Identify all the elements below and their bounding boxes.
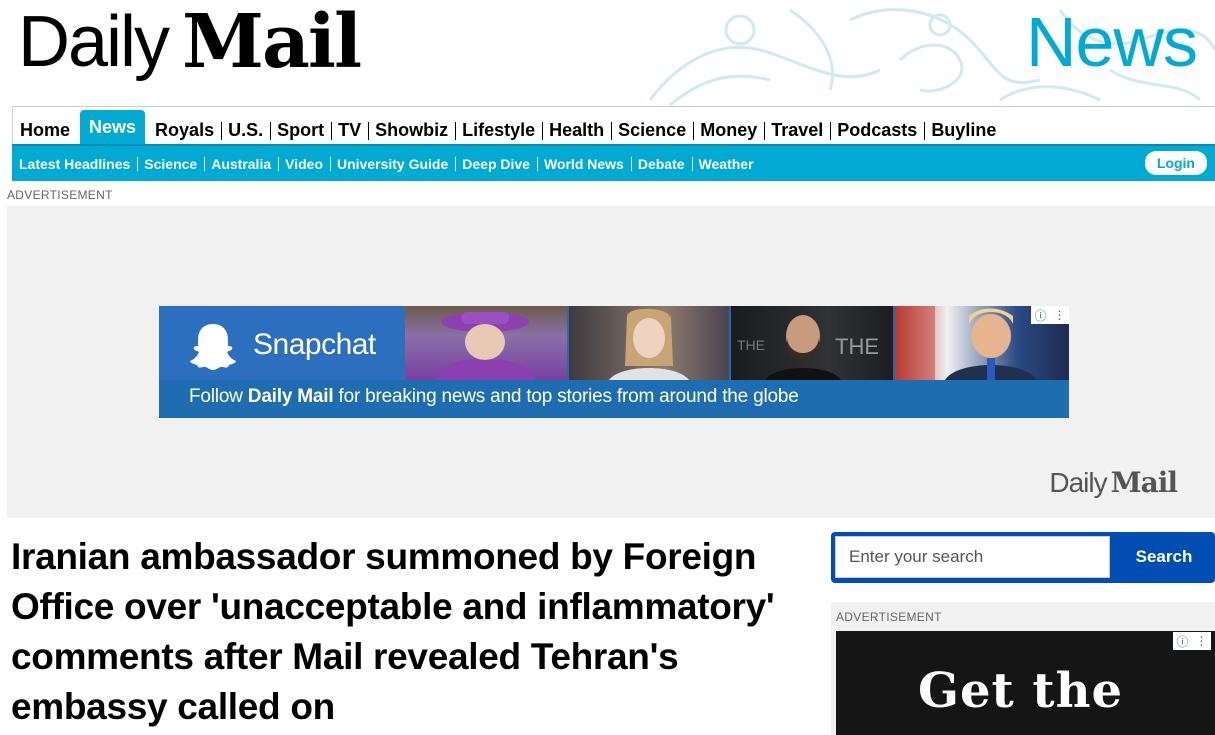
nav-item-showbiz[interactable]: Showbiz	[368, 116, 455, 144]
nav-item-podcasts[interactable]: Podcasts	[830, 116, 924, 144]
tagline-suffix: for breaking news and top stories from a…	[333, 386, 799, 407]
info-icon[interactable]: ⓘ	[1176, 633, 1188, 650]
subnav-item-latest-headlines[interactable]: Latest Headlines	[12, 155, 137, 173]
svg-text:THE: THE	[835, 334, 879, 359]
masthead: Daily Mail News	[0, 0, 1215, 106]
kebab-menu-icon[interactable]: ⋮	[1195, 634, 1207, 648]
ad-daily-mail-logo: Daily Mail	[1049, 466, 1178, 499]
tagline-brand: Daily Mail	[247, 386, 334, 407]
subnav-item-university-guide[interactable]: University Guide	[330, 155, 455, 173]
login-button[interactable]: Login	[1144, 151, 1207, 175]
subnav-item-science[interactable]: Science	[137, 155, 204, 173]
nav-item-travel[interactable]: Travel	[764, 116, 830, 144]
side-advertisement-label: ADVERTISEMENT	[836, 610, 942, 624]
info-icon[interactable]: ⓘ	[1034, 307, 1046, 324]
subnav-item-deep-dive[interactable]: Deep Dive	[455, 155, 537, 173]
side-ad-text: Get the	[918, 663, 1124, 719]
article-headline[interactable]: Iranian ambassador summoned by Foreign O…	[11, 532, 791, 732]
logo-mail-text: Mail	[182, 0, 362, 85]
secondary-nav: Latest Headlines Science Australia Video…	[12, 144, 1215, 181]
side-ad-creative[interactable]: Get the ⓘ ⋮	[836, 631, 1215, 735]
nav-item-science[interactable]: Science	[611, 116, 693, 144]
subnav-item-debate[interactable]: Debate	[630, 155, 692, 173]
channel-title[interactable]: News	[1026, 2, 1198, 82]
ad-photo-queen	[405, 306, 567, 380]
logo-daily-text: Daily	[18, 2, 170, 82]
search-button[interactable]: Search	[1113, 536, 1215, 578]
ghost-icon	[190, 324, 236, 370]
nav-item-health[interactable]: Health	[542, 116, 611, 144]
tagline-prefix: Follow	[189, 386, 248, 407]
site-logo[interactable]: Daily Mail	[18, 0, 362, 85]
subnav-item-weather[interactable]: Weather	[691, 155, 761, 173]
svg-text:THE: THE	[737, 337, 765, 353]
nav-item-us[interactable]: U.S.	[221, 116, 270, 144]
ad-photo-model	[569, 306, 729, 380]
nav-item-news[interactable]: News	[80, 110, 146, 144]
ad-logo-mail: Mail	[1110, 466, 1178, 499]
nav-item-home[interactable]: Home	[13, 116, 77, 144]
kebab-menu-icon[interactable]: ⋮	[1053, 308, 1065, 322]
side-advertisement: ADVERTISEMENT Get the ⓘ ⋮	[831, 602, 1215, 735]
nav-item-tv[interactable]: TV	[331, 116, 368, 144]
advertisement-label: ADVERTISEMENT	[7, 188, 113, 202]
subnav-item-australia[interactable]: Australia	[204, 155, 278, 173]
primary-nav: Home News Royals U.S. Sport TV Showbiz L…	[12, 106, 1215, 144]
nav-item-money[interactable]: Money	[693, 116, 764, 144]
ad-photo-footballer: THE THE	[731, 306, 893, 380]
snapchat-brand-panel: Snapchat	[159, 306, 405, 380]
ad-choices[interactable]: ⓘ ⋮	[1031, 306, 1069, 324]
nav-item-lifestyle[interactable]: Lifestyle	[455, 116, 542, 144]
side-ad-choices[interactable]: ⓘ ⋮	[1173, 632, 1211, 650]
snapchat-tagline: Follow Daily Mail for breaking news and …	[189, 386, 799, 408]
subnav-item-video[interactable]: Video	[278, 155, 330, 173]
ad-logo-daily: Daily	[1049, 467, 1107, 498]
top-advertisement: Snapchat THE THE ⓘ ⋮ Follow Daily Mail f…	[7, 206, 1215, 518]
subnav-item-world-news[interactable]: World News	[536, 155, 631, 173]
search-bar: Search	[831, 532, 1215, 583]
nav-item-buyline[interactable]: Buyline	[924, 116, 1003, 144]
nav-item-sport[interactable]: Sport	[270, 116, 331, 144]
snapchat-wordmark: Snapchat	[253, 328, 376, 361]
search-input[interactable]	[835, 536, 1110, 578]
snapchat-banner[interactable]: Snapchat THE THE ⓘ ⋮ Follow Daily Mail f…	[159, 306, 1069, 418]
nav-item-royals[interactable]: Royals	[148, 116, 221, 144]
